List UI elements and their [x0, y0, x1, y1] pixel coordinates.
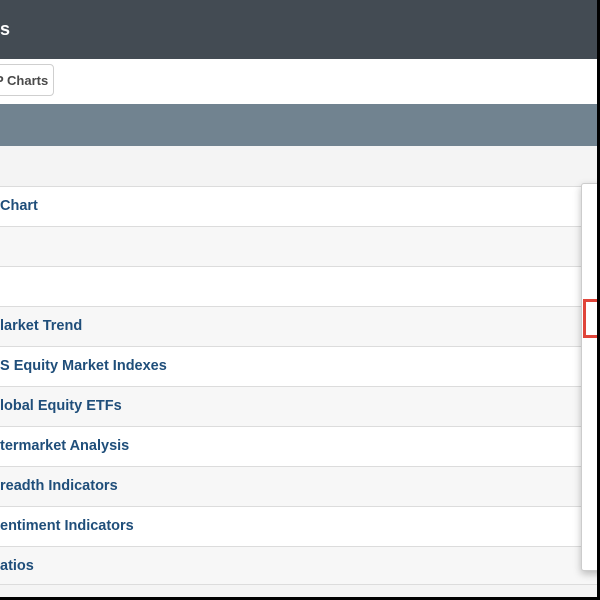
list-item-label: atios	[0, 558, 34, 574]
list-item[interactable]: Chart	[0, 186, 597, 226]
list-item-label: readth Indicators	[0, 478, 118, 494]
list-item[interactable]: larket Trend	[0, 306, 597, 346]
list-item[interactable]: readth Indicators	[0, 466, 597, 506]
section-spacer	[0, 146, 597, 186]
list-footer	[0, 584, 597, 597]
list-item[interactable]: termarket Analysis	[0, 426, 597, 466]
top-header: s	[0, 0, 597, 59]
list-item-label: lobal Equity ETFs	[0, 398, 122, 414]
dropdown-menu: S C C C C I S I C S I C I	[581, 183, 597, 571]
app-window: s P Charts Chart larket Trend S Equity M…	[0, 0, 597, 597]
list-item-label: Chart	[0, 198, 38, 214]
charts-button[interactable]: P Charts	[0, 64, 54, 96]
highlight-box	[583, 299, 597, 338]
list-item[interactable]	[0, 226, 597, 266]
toolbar: P Charts	[0, 59, 597, 104]
list-item[interactable]	[0, 266, 597, 306]
list-item-label: S Equity Market Indexes	[0, 358, 167, 374]
page-title: s	[0, 19, 11, 39]
chart-list: Chart larket Trend S Equity Market Index…	[0, 186, 597, 586]
list-item[interactable]: S Equity Market Indexes	[0, 346, 597, 386]
list-item[interactable]: atios	[0, 546, 597, 586]
list-item-label: larket Trend	[0, 318, 83, 334]
list-item-label: termarket Analysis	[0, 438, 130, 454]
section-header-bar	[0, 104, 597, 146]
list-item[interactable]: lobal Equity ETFs	[0, 386, 597, 426]
list-item-label: entiment Indicators	[0, 518, 134, 534]
list-item[interactable]: entiment Indicators	[0, 506, 597, 546]
